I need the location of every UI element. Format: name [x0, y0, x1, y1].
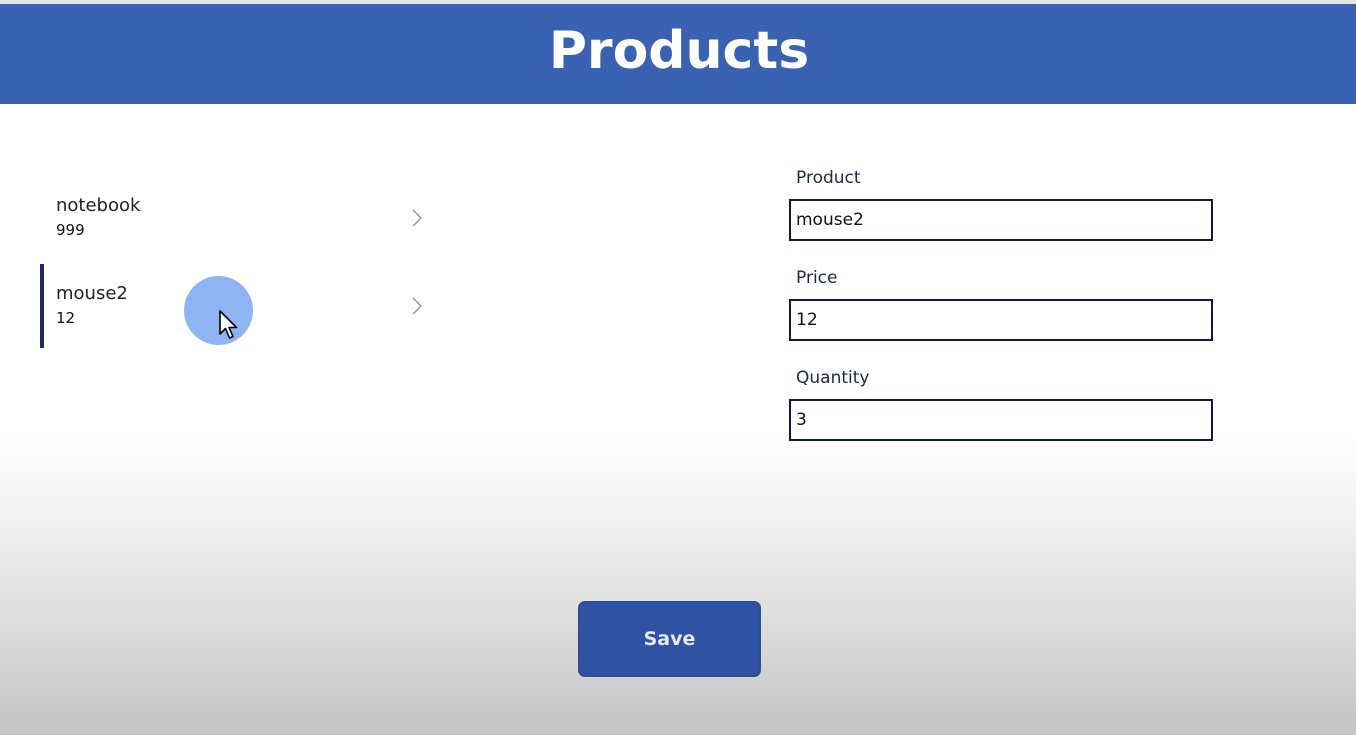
chevron-right-icon[interactable]	[408, 208, 426, 228]
product-input[interactable]	[789, 199, 1213, 241]
app-header: Products	[0, 4, 1356, 104]
selected-indicator	[40, 264, 44, 348]
chevron-right-icon[interactable]	[408, 296, 426, 316]
gallery-item-notebook[interactable]: notebook 999	[40, 176, 440, 260]
quantity-label: Quantity	[796, 368, 870, 388]
price-input[interactable]	[789, 299, 1213, 341]
gallery-item-price: 999	[56, 221, 85, 239]
gallery-item-price: 12	[56, 309, 76, 327]
product-label: Product	[796, 168, 861, 188]
gallery-item-title: notebook	[56, 195, 141, 216]
mouse-pointer-icon	[219, 310, 238, 339]
quantity-input[interactable]	[789, 399, 1213, 441]
page-title: Products	[548, 21, 810, 81]
save-button[interactable]: Save	[578, 601, 761, 677]
price-label: Price	[796, 268, 838, 288]
gallery-item-title: mouse2	[56, 283, 128, 304]
